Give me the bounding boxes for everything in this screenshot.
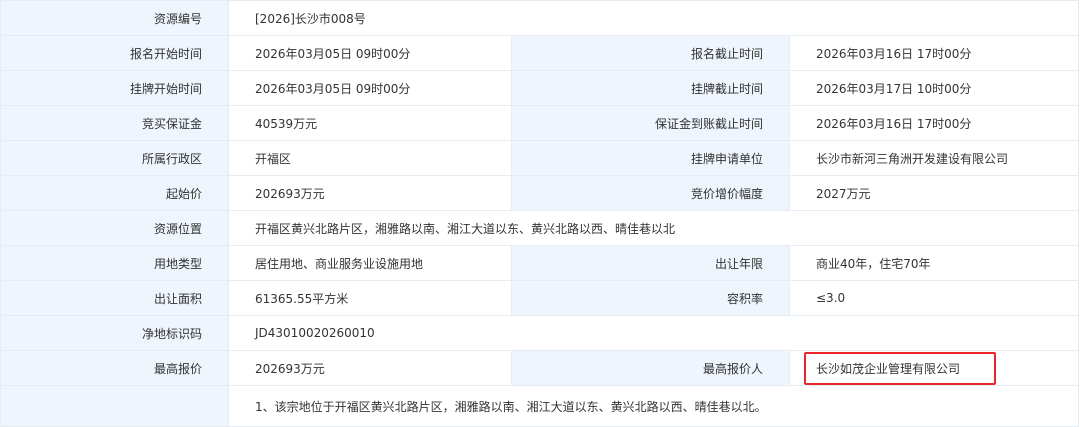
location-value: 开福区黄兴北路片区，湘雅路以南、湘江大道以东、黄兴北路以西、晴佳巷以北: [228, 210, 1079, 246]
table-row-highest-bid: 最高报价 202693万元 最高报价人 长沙如茂企业管理有限公司: [0, 350, 1079, 386]
notes-label: [0, 385, 229, 427]
land-code-label: 净地标识码: [0, 315, 229, 351]
starting-price-label: 起始价: [0, 175, 229, 211]
registration-end-value: 2026年03月16日 17时00分: [789, 35, 1079, 71]
table-row-registration-time: 报名开始时间 2026年03月05日 09时00分 报名截止时间 2026年03…: [0, 35, 1079, 71]
table-row-district: 所属行政区 开福区 挂牌申请单位 长沙市新河三角洲开发建设有限公司: [0, 140, 1079, 176]
land-use-label: 用地类型: [0, 245, 229, 281]
area-label: 出让面积: [0, 280, 229, 316]
resource-id-value: [2026]长沙市008号: [228, 0, 1079, 36]
location-label: 资源位置: [0, 210, 229, 246]
table-row-area: 出让面积 61365.55平方米 容积率 ≤3.0: [0, 280, 1079, 316]
listing-start-value: 2026年03月05日 09时00分: [228, 70, 512, 106]
table-row-deposit: 竞买保证金 40539万元 保证金到账截止时间 2026年03月16日 17时0…: [0, 105, 1079, 141]
deposit-deadline-value: 2026年03月16日 17时00分: [789, 105, 1079, 141]
district-value: 开福区: [228, 140, 512, 176]
resource-id-label: 资源编号: [0, 0, 229, 36]
table-row-land-use: 用地类型 居住用地、商业服务业设施用地 出让年限 商业40年，住宅70年: [0, 245, 1079, 281]
highest-bid-value: 202693万元: [228, 350, 512, 386]
land-use-value: 居住用地、商业服务业设施用地: [228, 245, 512, 281]
highest-bidder-highlight: 长沙如茂企业管理有限公司: [804, 351, 997, 385]
applicant-value: 长沙市新河三角洲开发建设有限公司: [789, 140, 1079, 176]
applicant-label: 挂牌申请单位: [511, 140, 790, 176]
listing-end-label: 挂牌截止时间: [511, 70, 790, 106]
bid-increment-value: 2027万元: [789, 175, 1079, 211]
registration-end-label: 报名截止时间: [511, 35, 790, 71]
table-row-location: 资源位置 开福区黄兴北路片区，湘雅路以南、湘江大道以东、黄兴北路以西、晴佳巷以北: [0, 210, 1079, 246]
listing-start-label: 挂牌开始时间: [0, 70, 229, 106]
land-info-table: 资源编号 [2026]长沙市008号 报名开始时间 2026年03月05日 09…: [0, 0, 1079, 427]
table-row-land-code: 净地标识码 JD43010020260010: [0, 315, 1079, 351]
deposit-label: 竞买保证金: [0, 105, 229, 141]
starting-price-value: 202693万元: [228, 175, 512, 211]
table-row-starting-price: 起始价 202693万元 竞价增价幅度 2027万元: [0, 175, 1079, 211]
lease-term-value: 商业40年，住宅70年: [789, 245, 1079, 281]
deposit-value: 40539万元: [228, 105, 512, 141]
plot-ratio-label: 容积率: [511, 280, 790, 316]
table-row-notes: 1、该宗地位于开福区黄兴北路片区，湘雅路以南、湘江大道以东、黄兴北路以西、晴佳巷…: [0, 385, 1079, 427]
plot-ratio-value: ≤3.0: [789, 280, 1079, 316]
registration-start-value: 2026年03月05日 09时00分: [228, 35, 512, 71]
registration-start-label: 报名开始时间: [0, 35, 229, 71]
area-value: 61365.55平方米: [228, 280, 512, 316]
lease-term-label: 出让年限: [511, 245, 790, 281]
highest-bidder-label: 最高报价人: [511, 350, 790, 386]
table-row-resource-id: 资源编号 [2026]长沙市008号: [0, 0, 1079, 36]
highest-bidder-cell: 长沙如茂企业管理有限公司: [789, 350, 1079, 386]
highest-bid-label: 最高报价: [0, 350, 229, 386]
land-code-value: JD43010020260010: [228, 315, 1079, 351]
table-row-listing-time: 挂牌开始时间 2026年03月05日 09时00分 挂牌截止时间 2026年03…: [0, 70, 1079, 106]
listing-end-value: 2026年03月17日 10时00分: [789, 70, 1079, 106]
bid-increment-label: 竞价增价幅度: [511, 175, 790, 211]
highest-bidder-value: 长沙如茂企业管理有限公司: [816, 361, 961, 376]
deposit-deadline-label: 保证金到账截止时间: [511, 105, 790, 141]
notes-value: 1、该宗地位于开福区黄兴北路片区，湘雅路以南、湘江大道以东、黄兴北路以西、晴佳巷…: [228, 385, 1079, 427]
district-label: 所属行政区: [0, 140, 229, 176]
